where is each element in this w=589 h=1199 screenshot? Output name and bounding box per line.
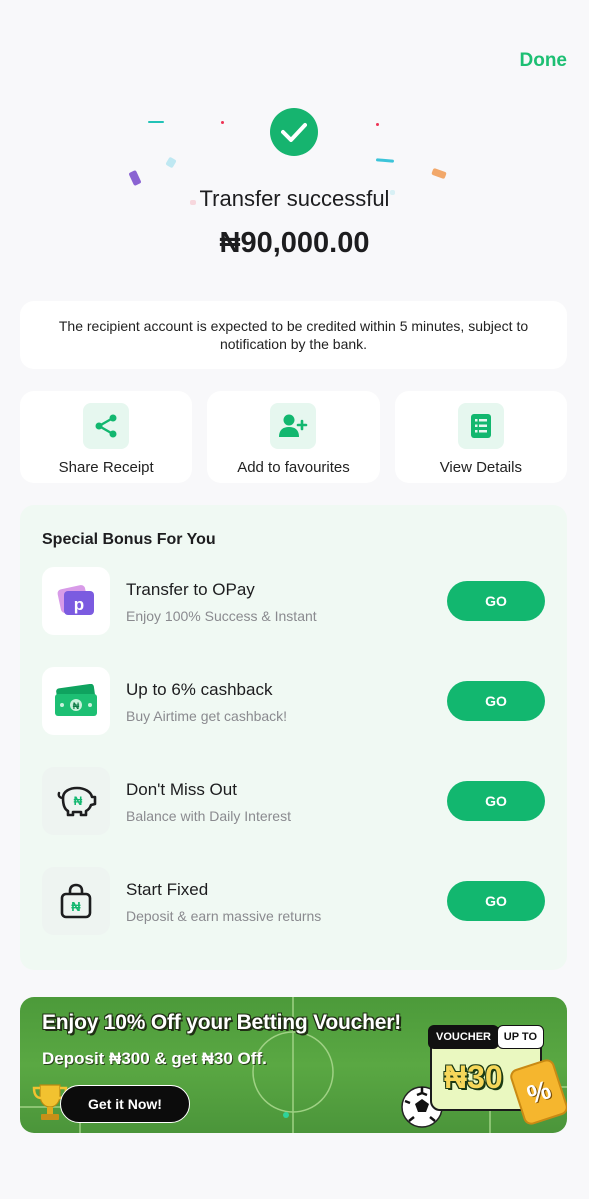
go-button-dont-miss-out[interactable]: GO xyxy=(447,781,545,821)
add-user-icon xyxy=(270,403,317,449)
voucher-tag: VOUCHER xyxy=(428,1025,500,1049)
banner-subtitle: Deposit ₦300 & get ₦30 Off. xyxy=(42,1049,267,1068)
go-button-transfer-opay[interactable]: GO xyxy=(447,581,545,621)
success-check-icon xyxy=(270,108,318,156)
view-details-button[interactable]: View Details xyxy=(394,391,567,483)
bonus-item-title: Start Fixed xyxy=(126,880,209,899)
transfer-amount: ₦90,000.00 xyxy=(219,227,370,259)
bonus-item-subtitle: Buy Airtime get cashback! xyxy=(126,708,288,724)
bonus-item-dont-miss-out: ₦ Don't Miss Out Balance with Daily Inte… xyxy=(42,767,545,835)
betting-voucher-banner[interactable]: Enjoy 10% Off your Betting Voucher! Depo… xyxy=(20,997,567,1133)
voucher-up-to: UP TO xyxy=(496,1025,544,1049)
view-details-label: View Details xyxy=(439,459,522,476)
bonus-item-transfer-opay: p Transfer to OPay Enjoy 100% Success & … xyxy=(42,567,545,635)
bonus-item-subtitle: Deposit & earn massive returns xyxy=(126,908,322,924)
bonus-item-title: Don't Miss Out xyxy=(126,780,237,799)
add-to-favourites-label: Add to favourites xyxy=(237,459,350,476)
status-title: Transfer successful xyxy=(199,186,390,211)
piggy-bank-icon: ₦ xyxy=(42,767,110,835)
svg-text:₦: ₦ xyxy=(71,899,81,914)
share-receipt-label: Share Receipt xyxy=(58,459,154,476)
credit-notice-text: The recipient account is expected to be … xyxy=(58,318,529,352)
share-receipt-button[interactable]: Share Receipt xyxy=(20,391,193,483)
share-icon xyxy=(83,403,130,449)
bonus-item-subtitle: Enjoy 100% Success & Instant xyxy=(126,608,317,624)
svg-text:₦: ₦ xyxy=(73,701,80,711)
cash-icon: ₦ xyxy=(42,667,110,735)
voucher-amount: ₦30 xyxy=(444,1059,503,1095)
lock-bag-icon: ₦ xyxy=(42,867,110,935)
bonus-item-title: Up to 6% cashback xyxy=(126,680,273,699)
go-button-start-fixed[interactable]: GO xyxy=(447,881,545,921)
banner-title: Enjoy 10% Off your Betting Voucher! xyxy=(42,1011,401,1034)
go-button-cashback[interactable]: GO xyxy=(447,681,545,721)
quick-actions: Share Receipt Add to favourites View Det… xyxy=(20,391,567,483)
percent-sign: % xyxy=(523,1073,555,1110)
bonus-section-title: Special Bonus For You xyxy=(42,531,216,548)
get-it-now-button[interactable]: Get it Now! xyxy=(60,1085,190,1123)
svg-text:p: p xyxy=(74,595,84,614)
credit-notice: The recipient account is expected to be … xyxy=(20,301,567,369)
done-button[interactable]: Done xyxy=(520,50,568,72)
add-to-favourites-button[interactable]: Add to favourites xyxy=(207,391,380,483)
bonus-item-start-fixed: ₦ Start Fixed Deposit & earn massive ret… xyxy=(42,867,545,935)
list-icon xyxy=(457,403,504,449)
bonus-item-title: Transfer to OPay xyxy=(126,580,255,599)
svg-text:₦: ₦ xyxy=(74,794,83,808)
special-bonus-section: Special Bonus For You p Transfer to OPay… xyxy=(20,505,567,970)
bonus-item-subtitle: Balance with Daily Interest xyxy=(126,808,291,824)
opay-wallet-icon: p xyxy=(42,567,110,635)
bonus-item-cashback: ₦ Up to 6% cashback Buy Airtime get cash… xyxy=(42,667,545,735)
